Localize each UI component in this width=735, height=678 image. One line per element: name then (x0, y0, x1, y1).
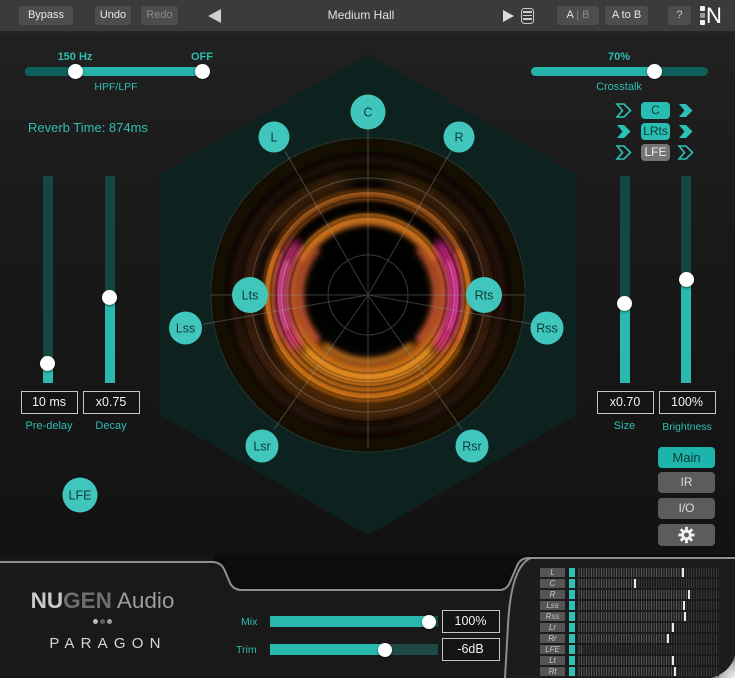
svg-text:Lts: Lts (242, 289, 259, 303)
svg-text:C: C (363, 106, 372, 120)
svg-text:Lss: Lss (176, 322, 195, 336)
svg-text:R: R (454, 131, 463, 145)
svg-text:LFE: LFE (69, 489, 92, 503)
svg-text:L: L (271, 131, 278, 145)
svg-text:Rts: Rts (475, 289, 494, 303)
svg-text:Rsr: Rsr (462, 440, 481, 454)
svg-text:Rss: Rss (536, 322, 558, 336)
svg-text:Lsr: Lsr (253, 440, 270, 454)
